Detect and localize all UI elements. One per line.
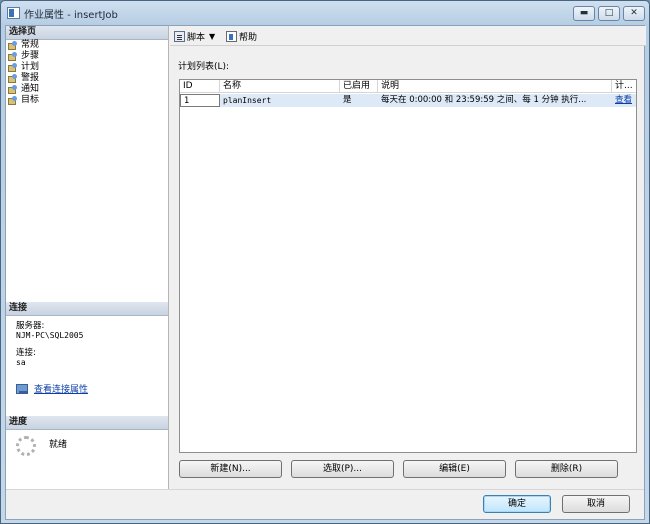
server-value: NJM-PC\SQL2005 [16, 331, 84, 340]
script-icon [174, 31, 185, 42]
title-bar[interactable]: 作业属性 - insertJob ▬ □ ✕ [1, 1, 649, 25]
connection-value: sa [16, 358, 26, 367]
job-properties-window: 作业属性 - insertJob ▬ □ ✕ 选择页 常规 步骤 计划 警报 通… [0, 0, 650, 524]
cancel-button[interactable]: 取消 [562, 495, 630, 513]
column-header-id[interactable]: ID [180, 80, 220, 93]
page-icon [8, 52, 18, 61]
column-header-schedule[interactable]: 计... [612, 80, 636, 93]
page-item-schedules[interactable]: 计划 [8, 62, 39, 73]
connection-header: 连接 [6, 302, 168, 316]
page-item-label: 步骤 [21, 51, 40, 61]
connection-properties-icon [16, 383, 28, 394]
page-item-alerts[interactable]: 警报 [8, 73, 39, 84]
cell-id[interactable]: 1 [180, 94, 220, 107]
page-item-label: 计划 [21, 62, 40, 72]
table-header: ID 名称 已启用 说明 计... [180, 80, 636, 93]
maximize-button[interactable]: □ [598, 6, 620, 21]
new-schedule-button[interactable]: 新建(N)... [179, 460, 282, 478]
cell-description: 每天在 0:00:00 和 23:59:59 之间、每 1 分钟 执行... [381, 95, 587, 105]
progress-header: 进度 [6, 416, 168, 430]
page-icon [8, 85, 18, 94]
column-header-description[interactable]: 说明 [378, 80, 612, 93]
left-pane: 选择页 常规 步骤 计划 警报 通知 目标 连接 服务器: NJM-PC\SQL… [6, 26, 169, 489]
script-label: 脚本 [187, 33, 206, 43]
page-list: 常规 步骤 计划 警报 通知 目标 [8, 40, 39, 106]
connection-label: 连接: [16, 348, 36, 358]
page-item-notifications[interactable]: 通知 [8, 84, 39, 95]
page-item-general[interactable]: 常规 [8, 40, 39, 51]
help-label: 帮助 [239, 33, 258, 43]
column-header-name[interactable]: 名称 [220, 80, 340, 93]
script-button[interactable]: 脚本 ▼ [174, 30, 215, 43]
progress-spinner-icon [16, 436, 36, 456]
view-schedule-link[interactable]: 查看 [612, 94, 636, 107]
help-icon [226, 31, 237, 42]
page-item-label: 通知 [21, 84, 40, 94]
connection-info: 服务器: NJM-PC\SQL2005 连接: sa [16, 321, 84, 368]
page-item-label: 警报 [21, 73, 40, 83]
chevron-down-icon[interactable]: ▼ [209, 32, 215, 41]
cell-name: planInsert [223, 96, 272, 105]
table-row[interactable]: 1 planInsert 是 每天在 0:00:00 和 23:59:59 之间… [180, 94, 636, 107]
page-icon [8, 96, 18, 105]
view-connection-properties-label: 查看连接属性 [34, 385, 89, 395]
select-page-header: 选择页 [6, 26, 168, 40]
progress-status: 就绪 [49, 440, 68, 450]
server-label: 服务器: [16, 321, 45, 331]
pick-schedule-button[interactable]: 选取(P)... [291, 460, 394, 478]
page-icon [8, 74, 18, 83]
page-icon [8, 41, 18, 50]
close-button[interactable]: ✕ [623, 6, 645, 21]
toolbar: 脚本 ▼ 帮助 [170, 26, 646, 46]
edit-schedule-button[interactable]: 编辑(E) [403, 460, 506, 478]
page-item-targets[interactable]: 目标 [8, 95, 39, 106]
schedule-list-label: 计划列表(L): [178, 62, 230, 72]
ok-button[interactable]: 确定 [483, 495, 551, 513]
app-icon [7, 7, 20, 19]
schedule-list[interactable]: ID 名称 已启用 说明 计... 1 planInsert 是 每天在 0:0… [179, 79, 637, 453]
help-button[interactable]: 帮助 [226, 30, 257, 43]
page-icon [8, 63, 18, 72]
dialog-client-area: 选择页 常规 步骤 计划 警报 通知 目标 连接 服务器: NJM-PC\SQL… [5, 25, 646, 520]
minimize-button[interactable]: ▬ [573, 6, 595, 21]
page-item-steps[interactable]: 步骤 [8, 51, 39, 62]
window-title: 作业属性 - insertJob [24, 10, 118, 21]
page-item-label: 目标 [21, 95, 40, 105]
cell-enabled: 是 [343, 95, 352, 105]
footer-divider [6, 489, 644, 490]
view-connection-properties-link[interactable]: 查看连接属性 [16, 382, 88, 395]
column-header-enabled[interactable]: 已启用 [340, 80, 378, 93]
delete-schedule-button[interactable]: 删除(R) [515, 460, 618, 478]
page-item-label: 常规 [21, 40, 40, 50]
